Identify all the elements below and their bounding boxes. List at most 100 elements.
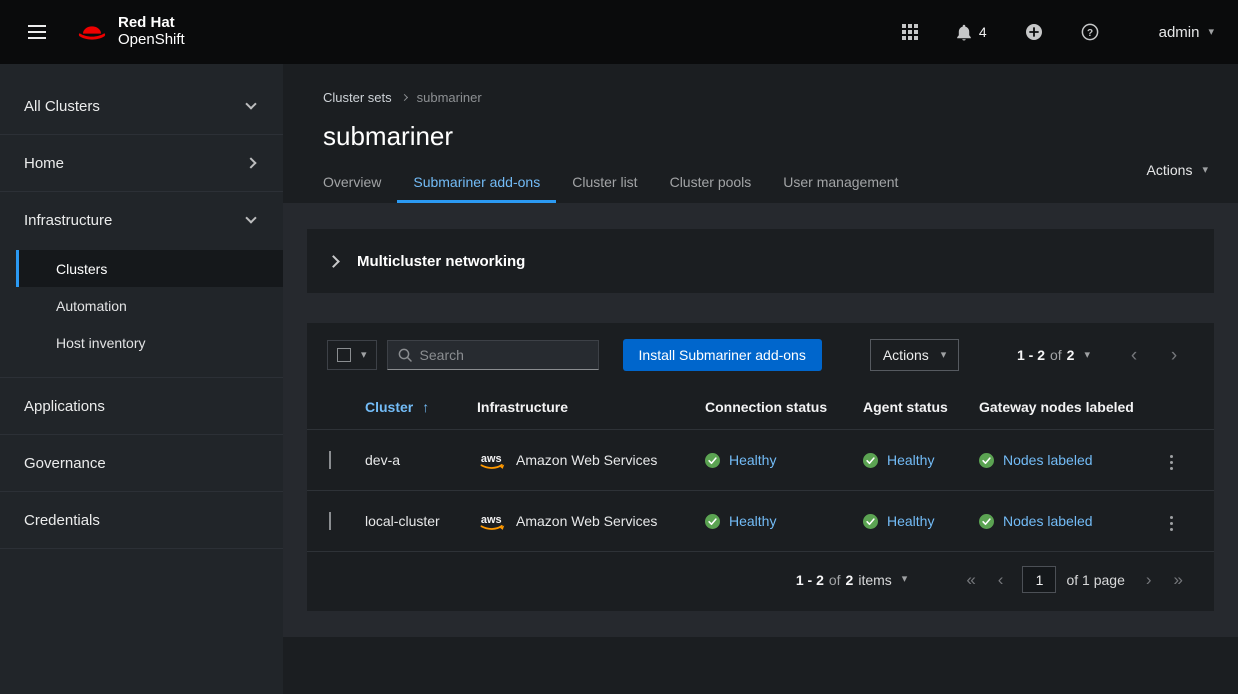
apps-grid-button[interactable] bbox=[898, 20, 922, 44]
tab-overview[interactable]: Overview bbox=[323, 164, 397, 203]
sidebar-item-governance[interactable]: Governance bbox=[0, 435, 283, 491]
first-page-button[interactable]: « bbox=[955, 571, 986, 588]
chevron-right-icon bbox=[245, 157, 256, 168]
sort-by-cluster-button[interactable]: Cluster ↑ bbox=[365, 399, 429, 415]
tab-user-management[interactable]: User management bbox=[767, 164, 914, 203]
row-checkbox[interactable] bbox=[329, 451, 331, 469]
page-header: Cluster sets submariner submariner Actio… bbox=[283, 64, 1238, 203]
row-checkbox[interactable] bbox=[329, 512, 331, 530]
check-circle-icon bbox=[979, 514, 994, 529]
notifications-button[interactable]: 4 bbox=[952, 20, 991, 45]
gateway-nodes-label[interactable]: Nodes labeled bbox=[1003, 452, 1093, 468]
check-circle-icon bbox=[705, 514, 720, 529]
brand-line2: OpenShift bbox=[118, 32, 185, 49]
agent-status-label[interactable]: Healthy bbox=[887, 452, 934, 468]
page-title: submariner bbox=[323, 121, 1214, 152]
previous-page-button[interactable]: ‹ bbox=[1114, 346, 1154, 365]
tab-cluster-pools[interactable]: Cluster pools bbox=[654, 164, 768, 203]
quick-create-button[interactable] bbox=[1021, 19, 1047, 45]
expand-chevron-icon bbox=[327, 255, 340, 268]
sidebar-section-home: Home bbox=[0, 135, 283, 192]
nav-toggle-button[interactable] bbox=[24, 19, 50, 45]
sidebar-item-label: Automation bbox=[56, 298, 127, 314]
table-header-row: Cluster ↑ Infrastructure Connection stat… bbox=[307, 387, 1214, 430]
bulk-select-checkbox[interactable] bbox=[337, 348, 351, 362]
pagination-range-menu[interactable]: 1 - 2 of 2 ▾ bbox=[1017, 347, 1090, 363]
aws-logo-icon: aws bbox=[477, 451, 507, 470]
table-actions-label: Actions bbox=[883, 347, 929, 363]
table-actions-dropdown[interactable]: Actions ▾ bbox=[870, 339, 959, 371]
search-input[interactable] bbox=[420, 347, 588, 363]
content-section: Multicluster networking ▾ bbox=[283, 203, 1238, 637]
bulk-select-dropdown[interactable]: ▾ bbox=[327, 340, 377, 370]
submariner-table-card: ▾ Install Submariner add-ons Actions ▾ bbox=[307, 323, 1214, 611]
multicluster-networking-title: Multicluster networking bbox=[357, 253, 525, 270]
previous-page-button[interactable]: ‹ bbox=[987, 571, 1015, 588]
breadcrumb: Cluster sets submariner bbox=[323, 90, 1214, 105]
next-page-button[interactable]: › bbox=[1154, 346, 1194, 365]
column-header-connection-status: Connection status bbox=[705, 387, 863, 430]
top-pagination: 1 - 2 of 2 ▾ ‹ › bbox=[1017, 346, 1194, 365]
search-field bbox=[387, 340, 599, 370]
sidebar-item-automation[interactable]: Automation bbox=[16, 287, 283, 324]
cluster-selector-dropdown[interactable]: All Clusters bbox=[0, 78, 283, 134]
current-page-input[interactable] bbox=[1022, 566, 1056, 593]
page-actions-dropdown[interactable]: Actions ▾ bbox=[1147, 162, 1208, 178]
agent-status-label[interactable]: Healthy bbox=[887, 513, 934, 529]
multicluster-networking-expandable[interactable]: Multicluster networking bbox=[307, 229, 1214, 293]
bottom-pagination: 1 - 2 of 2 items ▾ « ‹ of 1 page › » bbox=[307, 552, 1214, 611]
brand-line1: Red Hat bbox=[118, 15, 185, 32]
items-per-page-menu[interactable]: 1 - 2 of 2 items ▾ bbox=[796, 572, 907, 588]
connection-status-label[interactable]: Healthy bbox=[729, 452, 776, 468]
sidebar-item-credentials[interactable]: Credentials bbox=[0, 492, 283, 548]
sidebar-item-clusters[interactable]: Clusters bbox=[16, 250, 283, 287]
tab-bar: Overview Submariner add-ons Cluster list… bbox=[323, 164, 1214, 203]
user-menu[interactable]: admin ▾ bbox=[1159, 24, 1214, 41]
connection-status: Healthy bbox=[705, 452, 853, 468]
sidebar-item-host-inventory[interactable]: Host inventory bbox=[16, 324, 283, 361]
openshift-logo[interactable]: Red Hat OpenShift bbox=[74, 14, 185, 50]
row-kebab-menu[interactable] bbox=[1162, 450, 1181, 475]
pagination-of-label: of bbox=[829, 572, 841, 588]
column-header-agent-status: Agent status bbox=[863, 387, 979, 430]
next-page-button[interactable]: › bbox=[1135, 571, 1163, 588]
sidebar-item-applications[interactable]: Applications bbox=[0, 378, 283, 434]
infrastructure-cell: aws Amazon Web Services bbox=[477, 451, 695, 470]
svg-text:?: ? bbox=[1087, 28, 1093, 39]
sidebar-item-home[interactable]: Home bbox=[0, 135, 283, 191]
notification-count-badge: 4 bbox=[979, 24, 987, 40]
caret-down-icon: ▾ bbox=[941, 350, 947, 361]
tab-submariner-add-ons[interactable]: Submariner add-ons bbox=[397, 164, 556, 203]
sidebar-item-label: Clusters bbox=[56, 261, 107, 277]
infrastructure-subnav: Clusters Automation Host inventory bbox=[16, 248, 283, 377]
table-row: local-cluster aws Amazon Web Services bbox=[307, 491, 1214, 552]
aws-logo-icon: aws bbox=[477, 512, 507, 531]
gateway-nodes-label[interactable]: Nodes labeled bbox=[1003, 513, 1093, 529]
chevron-down-icon bbox=[245, 212, 256, 223]
masthead: Red Hat OpenShift 4 bbox=[0, 0, 1238, 64]
row-kebab-menu[interactable] bbox=[1162, 511, 1181, 536]
pagination-total: 2 bbox=[846, 572, 854, 588]
cluster-name-cell: local-cluster bbox=[365, 491, 477, 552]
agent-status: Healthy bbox=[863, 513, 969, 529]
user-menu-label: admin bbox=[1159, 24, 1200, 41]
column-header-infrastructure: Infrastructure bbox=[477, 387, 705, 430]
caret-down-icon: ▾ bbox=[1084, 350, 1090, 361]
tab-cluster-list[interactable]: Cluster list bbox=[556, 164, 653, 203]
breadcrumb-cluster-sets[interactable]: Cluster sets bbox=[323, 90, 392, 105]
column-label: Cluster bbox=[365, 399, 413, 415]
pagination-of-label: of bbox=[1050, 347, 1062, 363]
masthead-toolbar: 4 ? admin ▾ bbox=[898, 19, 1214, 45]
sort-ascending-icon: ↑ bbox=[422, 399, 429, 415]
gateway-nodes-status: Nodes labeled bbox=[979, 452, 1152, 468]
connection-status-label[interactable]: Healthy bbox=[729, 513, 776, 529]
gateway-nodes-status: Nodes labeled bbox=[979, 513, 1152, 529]
check-circle-icon bbox=[979, 453, 994, 468]
last-page-button[interactable]: » bbox=[1163, 571, 1194, 588]
check-circle-icon bbox=[863, 514, 878, 529]
help-button[interactable]: ? bbox=[1077, 19, 1103, 45]
cluster-name-cell: dev-a bbox=[365, 430, 477, 491]
install-submariner-button[interactable]: Install Submariner add-ons bbox=[623, 339, 822, 371]
apps-grid-icon bbox=[902, 24, 918, 40]
sidebar-item-infrastructure[interactable]: Infrastructure bbox=[0, 192, 283, 248]
